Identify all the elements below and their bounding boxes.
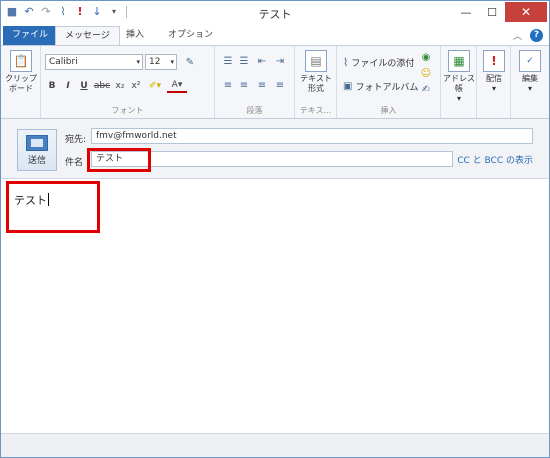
show-cc-bcc-link[interactable]: CC と BCC の表示 — [457, 153, 533, 166]
mail-compose-window: ■ ↶ ↷ ⌇ ! ↓ ▾ テスト — ☐ ✕ ファイル メッセージ 挿入 オプ… — [0, 0, 550, 458]
text-format-button[interactable]: ▤ テキスト 形式 — [299, 50, 333, 94]
numbered-list-icon[interactable]: ☰ — [237, 54, 251, 68]
address-book-group: ▦ アドレス帳 ▾ — [441, 46, 477, 118]
message-header: 送信 宛先: fmv@fmworld.net 件名 テスト CC と BCC の… — [1, 119, 549, 179]
photo-album-button[interactable]: ▣ フォトアルバム — [343, 80, 418, 93]
collapse-ribbon-icon[interactable]: ︿ — [513, 29, 522, 42]
text-group-label: テキス... — [299, 106, 332, 115]
ribbon: 📋 クリップ ボード Calibri ▾ 12 ▾ ✎ B I U abc x₂… — [1, 45, 549, 119]
clipboard-label: クリップ ボード — [5, 74, 37, 93]
font-family-select[interactable]: Calibri ▾ — [45, 54, 143, 70]
strikethrough-button[interactable]: abc — [93, 78, 111, 94]
to-field[interactable]: fmv@fmworld.net — [91, 128, 533, 144]
ribbon-right-controls: ︿ ? — [513, 29, 543, 42]
send-label: 送信 — [27, 156, 46, 166]
document-icon: ▤ — [305, 50, 327, 72]
insert-group-label: 挿入 — [380, 106, 397, 115]
justify-icon[interactable]: ≡ — [273, 78, 287, 92]
align-left-icon[interactable]: ≡ — [221, 78, 235, 92]
chevron-down-icon: ▾ — [491, 84, 496, 93]
text-format-label: テキスト 形式 — [300, 74, 332, 93]
subscript-button[interactable]: x₂ — [113, 78, 127, 94]
decrease-indent-icon[interactable]: ⇤ — [255, 54, 269, 68]
font-group: Calibri ▾ 12 ▾ ✎ B I U abc x₂ x² ✐▾ A▾ フ… — [41, 46, 215, 118]
delivery-label: 配信 — [486, 74, 502, 83]
help-icon[interactable]: ? — [530, 29, 543, 42]
paragraph-group: ☰ ☰ ⇤ ⇥ ≡ ≡ ≡ ≡ 段落 — [215, 46, 295, 118]
subject-label: 件名 — [65, 158, 84, 168]
address-book-icon: ▦ — [448, 50, 470, 72]
close-icon[interactable]: ✕ — [505, 2, 547, 22]
paragraph-group-label: 段落 — [246, 106, 263, 115]
spelling-check-icon: ✓ — [519, 50, 541, 72]
send-button[interactable]: 送信 — [17, 129, 57, 171]
font-family-value: Calibri — [49, 57, 78, 67]
tab-message[interactable]: メッセージ — [55, 26, 120, 45]
edit-button[interactable]: ✓ 編集 ▾ — [513, 50, 547, 94]
status-bar — [1, 433, 549, 457]
emoticon-icon[interactable]: ☺ — [419, 66, 433, 80]
clear-formatting-icon[interactable]: ✎ — [183, 55, 197, 69]
title-bar: ■ ↶ ↷ ⌇ ! ↓ ▾ テスト — ☐ ✕ — [1, 1, 549, 25]
delivery-group: ! 配信 ▾ — [477, 46, 511, 118]
clipboard-group: 📋 クリップ ボード — [1, 46, 41, 118]
bullet-list-icon[interactable]: ☰ — [221, 54, 235, 68]
delivery-button[interactable]: ! 配信 ▾ — [477, 50, 511, 94]
font-size-select[interactable]: 12 ▾ — [145, 54, 177, 70]
increase-indent-icon[interactable]: ⇥ — [273, 54, 287, 68]
importance-high-icon: ! — [483, 50, 505, 72]
attach-file-label: ファイルの添付 — [351, 59, 415, 69]
tab-insert[interactable]: 挿入 — [117, 26, 153, 45]
maximize-icon[interactable]: ☐ — [479, 2, 505, 22]
font-size-value: 12 — [149, 57, 161, 67]
attach-file-button[interactable]: ⌇ ファイルの添付 — [343, 56, 414, 69]
subject-highlight-box — [87, 148, 151, 172]
hyperlink-icon[interactable]: ◉ — [419, 50, 433, 64]
body-highlight-box — [6, 181, 100, 233]
tab-file[interactable]: ファイル — [3, 26, 58, 45]
send-icon — [26, 135, 48, 151]
insert-group: ⌇ ファイルの添付 ▣ フォトアルバム ◉ ☺ ✍ 挿入 — [337, 46, 441, 118]
align-center-icon[interactable]: ≡ — [237, 78, 251, 92]
align-right-icon[interactable]: ≡ — [255, 78, 269, 92]
photo-album-icon: ▣ — [343, 81, 353, 92]
ribbon-tabs: ファイル メッセージ 挿入 オプション ︿ ? — [1, 25, 549, 45]
signature-icon[interactable]: ✍ — [419, 82, 433, 96]
edit-group: ✓ 編集 ▾ — [511, 46, 549, 118]
paperclip-icon: ⌇ — [343, 56, 349, 69]
photo-album-label: フォトアルバム — [355, 83, 419, 93]
chevron-down-icon: ▾ — [170, 58, 174, 66]
to-label: 宛先: — [65, 135, 87, 145]
chevron-down-icon: ▾ — [456, 94, 461, 103]
font-format-row: B I U abc x₂ x² ✐▾ A▾ — [45, 78, 187, 94]
chevron-down-icon: ▾ — [136, 58, 140, 66]
edit-label: 編集 — [522, 74, 538, 83]
address-book-button[interactable]: ▦ アドレス帳 ▾ — [442, 50, 476, 104]
superscript-button[interactable]: x² — [129, 78, 143, 94]
clipboard-button[interactable]: 📋 クリップ ボード — [4, 50, 38, 94]
chevron-down-icon: ▾ — [527, 84, 532, 93]
window-controls: — ☐ ✕ — [453, 2, 547, 22]
font-group-label: フォント — [111, 106, 144, 115]
address-book-label: アドレス帳 — [443, 74, 475, 93]
italic-button[interactable]: I — [61, 78, 75, 94]
clipboard-icon: 📋 — [10, 50, 32, 72]
font-color-icon[interactable]: A▾ — [167, 79, 187, 93]
minimize-icon[interactable]: — — [453, 2, 479, 22]
bold-button[interactable]: B — [45, 78, 59, 94]
text-group: ▤ テキスト 形式 テキス... — [295, 46, 337, 118]
underline-button[interactable]: U — [77, 78, 91, 94]
tab-options[interactable]: オプション — [159, 26, 222, 45]
highlight-color-icon[interactable]: ✐▾ — [145, 78, 165, 94]
